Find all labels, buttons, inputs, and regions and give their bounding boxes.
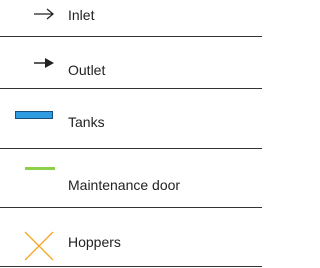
legend-divider bbox=[0, 148, 262, 149]
arrow-right-outline-icon bbox=[32, 6, 56, 22]
green-line-icon bbox=[25, 158, 55, 170]
legend-label-outlet: Outlet bbox=[68, 62, 106, 78]
legend-divider bbox=[0, 88, 262, 89]
orange-cross-icon bbox=[24, 231, 54, 261]
legend-divider bbox=[0, 266, 262, 267]
legend-label-maintenance-door: Maintenance door bbox=[68, 177, 181, 193]
legend-divider bbox=[0, 207, 262, 208]
blue-bar-icon bbox=[15, 106, 53, 119]
legend-label-inlet: Inlet bbox=[68, 7, 95, 23]
legend-label-tanks: Tanks bbox=[68, 114, 105, 130]
legend-divider bbox=[0, 36, 262, 37]
legend: Inlet Outlet Tanks Maintenance door Hopp… bbox=[0, 0, 272, 268]
arrow-right-filled-icon bbox=[32, 55, 56, 71]
legend-label-hoppers: Hoppers bbox=[68, 234, 121, 250]
